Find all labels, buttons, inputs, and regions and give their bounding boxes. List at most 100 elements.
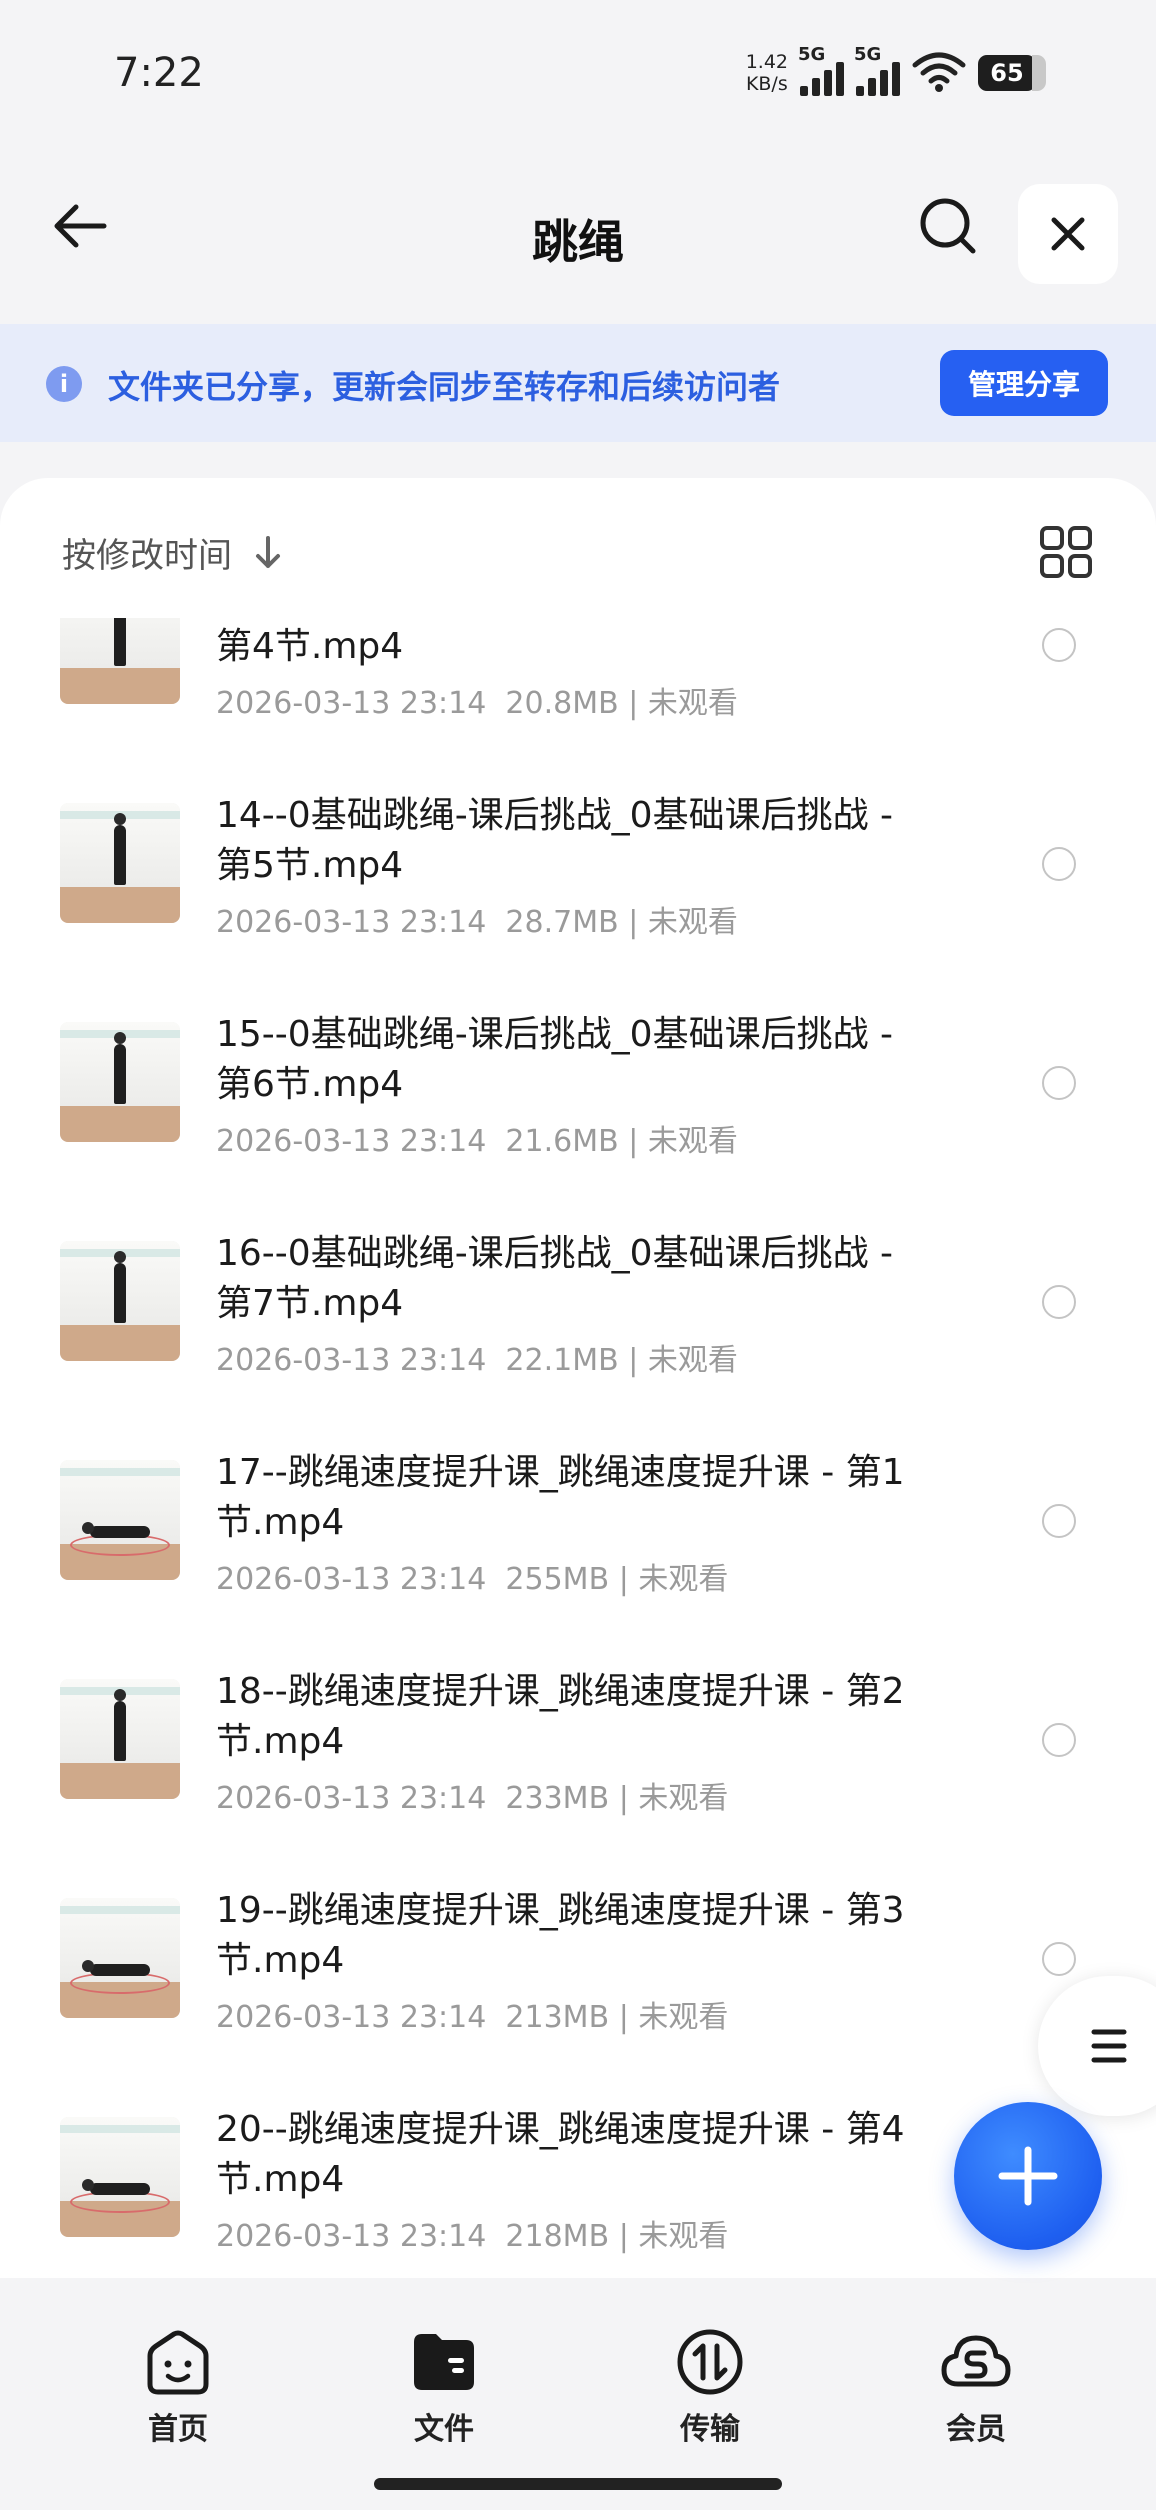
list-item[interactable]: 17--跳绳速度提升课_跳绳速度提升课 - 第1节.mp4 2026-03-13 …	[0, 1412, 1156, 1631]
file-size: 218MB	[505, 2219, 610, 2254]
file-name: 16--0基础跳绳-课后挑战_0基础课后挑战 - 第7节.mp4	[216, 1233, 894, 1324]
watch-status: 未观看	[638, 2219, 729, 2254]
grid-view-icon	[1040, 526, 1092, 578]
file-size: 21.6MB	[505, 1124, 619, 1159]
transfer-icon	[677, 2329, 743, 2395]
watch-status: 未观看	[647, 686, 738, 721]
file-name: 15--0基础跳绳-课后挑战_0基础课后挑战 - 第6节.mp4	[216, 1014, 894, 1105]
file-name: 20--跳绳速度提升课_跳绳速度提升课 - 第4节.mp4	[216, 2109, 905, 2200]
select-checkbox[interactable]	[1042, 1942, 1076, 1976]
file-meta: 2026-03-13 23:14 28.7MB | 未观看	[216, 905, 738, 940]
file-meta: 2026-03-13 23:14 20.8MB | 未观看	[216, 686, 738, 721]
list-item[interactable]: 13--0基础跳绳-课后挑战_0基础课后挑战 - 第4节.mp4 2026-03-…	[0, 618, 1156, 755]
nav-label-vip: 会员	[946, 2412, 1006, 2447]
file-meta: 2026-03-13 23:14 255MB | 未观看	[216, 1562, 729, 1597]
status-icons: 1.42 KB/s 5G 5G 65	[746, 44, 1046, 98]
select-checkbox[interactable]	[1042, 1723, 1076, 1757]
file-size: 28.7MB	[505, 905, 619, 940]
status-bar: 7:22 1.42 KB/s 5G 5G 65	[0, 0, 1156, 150]
select-checkbox[interactable]	[1042, 847, 1076, 881]
file-name: 14--0基础跳绳-课后挑战_0基础课后挑战 - 第5节.mp4	[216, 795, 894, 886]
watch-status: 未观看	[647, 1343, 738, 1378]
file-date: 2026-03-13 23:14	[216, 1124, 487, 1159]
file-date: 2026-03-13 23:14	[216, 686, 487, 721]
file-meta: 2026-03-13 23:14 22.1MB | 未观看	[216, 1343, 738, 1378]
video-thumbnail	[60, 618, 180, 704]
folder-icon	[414, 2334, 474, 2390]
list-item[interactable]: 18--跳绳速度提升课_跳绳速度提升课 - 第2节.mp4 2026-03-13 …	[0, 1631, 1156, 1850]
nav-label-transfer: 传输	[680, 2412, 740, 2447]
video-thumbnail	[60, 803, 180, 923]
file-date: 2026-03-13 23:14	[216, 1781, 487, 1816]
signal-type-label: 5G	[798, 44, 826, 65]
nav-item-transfer[interactable]: 传输	[630, 2326, 790, 2448]
file-meta: 2026-03-13 23:14 213MB | 未观看	[216, 2000, 729, 2035]
battery-level: 65	[978, 55, 1036, 91]
file-size: 22.1MB	[505, 1343, 619, 1378]
video-thumbnail	[60, 1460, 180, 1580]
battery-icon: 65	[978, 55, 1046, 91]
file-meta: 2026-03-13 23:14 233MB | 未观看	[216, 1781, 729, 1816]
file-date: 2026-03-13 23:14	[216, 1562, 487, 1597]
bottom-navigation: 首页 文件 传输 会员	[0, 2290, 1156, 2510]
cloud-vip-icon	[941, 2335, 1011, 2387]
home-indicator[interactable]	[374, 2478, 782, 2490]
menu-icon	[1091, 2029, 1127, 2063]
video-thumbnail	[60, 1241, 180, 1361]
arrow-down-icon	[256, 535, 280, 568]
file-name: 17--跳绳速度提升课_跳绳速度提升课 - 第1节.mp4	[216, 1452, 905, 1543]
search-button[interactable]	[912, 190, 984, 262]
select-checkbox[interactable]	[1042, 1066, 1076, 1100]
watch-status: 未观看	[638, 2000, 729, 2035]
file-list: 13--0基础跳绳-课后挑战_0基础课后挑战 - 第4节.mp4 2026-03-…	[0, 618, 1156, 2278]
list-item[interactable]: 19--跳绳速度提升课_跳绳速度提升课 - 第3节.mp4 2026-03-13 …	[0, 1850, 1156, 2069]
sort-label: 按修改时间	[62, 536, 232, 576]
file-meta: 2026-03-13 23:14 218MB | 未观看	[216, 2219, 729, 2254]
nav-item-vip[interactable]: 会员	[896, 2326, 1056, 2448]
wifi-icon	[912, 51, 966, 95]
signal-icon: 5G	[798, 44, 844, 96]
grid-view-button[interactable]	[1036, 522, 1096, 582]
plus-icon	[998, 2146, 1058, 2206]
list-item[interactable]: 16--0基础跳绳-课后挑战_0基础课后挑战 - 第7节.mp4 2026-03-…	[0, 1193, 1156, 1412]
add-button[interactable]	[954, 2102, 1102, 2250]
manage-share-button[interactable]: 管理分享	[940, 350, 1108, 416]
network-speed-value: 1.42	[745, 51, 788, 73]
info-icon: i	[46, 366, 82, 402]
file-size: 233MB	[505, 1781, 610, 1816]
signal-type-label: 5G	[854, 44, 882, 65]
nav-label-files: 文件	[414, 2412, 474, 2447]
file-date: 2026-03-13 23:14	[216, 2219, 487, 2254]
nav-item-home[interactable]: 首页	[98, 2326, 258, 2448]
network-speed: 1.42 KB/s	[746, 51, 788, 95]
video-thumbnail	[60, 2117, 180, 2237]
select-checkbox[interactable]	[1042, 1504, 1076, 1538]
nav-label-home: 首页	[148, 2412, 208, 2447]
list-item[interactable]: 14--0基础跳绳-课后挑战_0基础课后挑战 - 第5节.mp4 2026-03-…	[0, 755, 1156, 974]
home-smile-icon	[147, 2330, 209, 2395]
close-button[interactable]	[1018, 184, 1118, 284]
file-size: 213MB	[505, 2000, 610, 2035]
select-checkbox[interactable]	[1042, 628, 1076, 662]
file-date: 2026-03-13 23:14	[216, 1343, 487, 1378]
file-list-items: 13--0基础跳绳-课后挑战_0基础课后挑战 - 第4节.mp4 2026-03-…	[0, 618, 1156, 2278]
video-thumbnail	[60, 1022, 180, 1142]
nav-item-files[interactable]: 文件	[364, 2326, 524, 2448]
file-name: 18--跳绳速度提升课_跳绳速度提升课 - 第2节.mp4	[216, 1671, 905, 1762]
select-checkbox[interactable]	[1042, 1285, 1076, 1319]
list-item[interactable]: 15--0基础跳绳-课后挑战_0基础课后挑战 - 第6节.mp4 2026-03-…	[0, 974, 1156, 1193]
signal-icon: 5G	[854, 44, 900, 96]
share-notice-text: 文件夹已分享，更新会同步至转存和后续访问者	[108, 368, 781, 406]
app-screen: 7:22 1.42 KB/s 5G 5G 65 跳绳 i 文件夹已分享，更新会同…	[0, 0, 1156, 2510]
file-size: 20.8MB	[505, 686, 619, 721]
file-size: 255MB	[505, 1562, 610, 1597]
top-app-bar: 跳绳	[0, 160, 1156, 320]
sort-selector[interactable]: 按修改时间	[62, 528, 282, 577]
file-date: 2026-03-13 23:14	[216, 905, 487, 940]
watch-status: 未观看	[638, 1781, 729, 1816]
video-thumbnail	[60, 1898, 180, 2018]
watch-status: 未观看	[638, 1562, 729, 1597]
video-thumbnail	[60, 1679, 180, 1799]
share-notice-banner: i 文件夹已分享，更新会同步至转存和后续访问者 管理分享	[0, 324, 1156, 442]
file-name: 13--0基础跳绳-课后挑战_0基础课后挑战 - 第4节.mp4	[216, 626, 404, 667]
